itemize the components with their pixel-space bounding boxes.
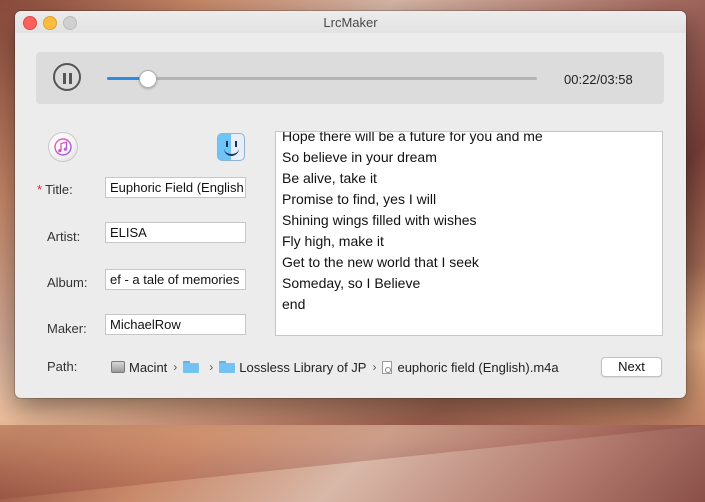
title-bar: LrcMaker [15, 11, 686, 33]
progress-slider[interactable] [107, 70, 537, 88]
lyric-line: Be alive, take it [282, 170, 377, 186]
itunes-icon[interactable] [48, 132, 78, 162]
maker-field[interactable]: MichaelRow [105, 314, 246, 335]
path-label: Path: [47, 359, 78, 374]
path-crumb-disk[interactable]: Macint [111, 360, 167, 375]
lyric-line: Promise to find, yes I will [282, 191, 437, 207]
lyric-line: Get to the new world that I seek [282, 254, 479, 270]
lyric-line: Shining wings filled with wishes [282, 212, 477, 228]
artist-label: Artist: [47, 229, 81, 244]
path-crumb-library[interactable]: Lossless Library of JP [219, 360, 366, 375]
album-field[interactable]: ef - a tale of memories [105, 269, 246, 290]
next-button[interactable]: Next [601, 357, 662, 377]
folder-icon [219, 361, 236, 373]
path-separator: › [372, 360, 377, 374]
lyric-line: Fly high, make it [282, 233, 384, 249]
album-label: Album: [47, 275, 88, 290]
title-field[interactable]: Euphoric Field (English [105, 177, 246, 198]
app-window: LrcMaker 00:22/03:58 * Title: Euphoric F… [15, 11, 686, 398]
path-separator: › [209, 360, 214, 374]
required-marker: * [37, 182, 43, 197]
lyric-line: end [282, 296, 306, 312]
lyric-line: So believe in your dream [282, 149, 437, 165]
path-crumb-file[interactable]: euphoric field (English).m4a [382, 360, 559, 375]
finder-icon[interactable] [217, 133, 245, 161]
hard-disk-icon [111, 361, 125, 373]
artist-field[interactable]: ELISA [105, 222, 246, 243]
window-title: LrcMaker [323, 15, 378, 30]
lyrics-textarea[interactable]: Hope there will be a future for you and … [275, 131, 663, 336]
lyric-line: Hope there will be a future for you and … [282, 131, 543, 144]
lyrics-lines: Hope there will be a future for you and … [282, 131, 543, 315]
time-readout: 00:22/03:58 [564, 72, 633, 87]
lyric-line: Someday, so I Believe [282, 275, 421, 291]
path-separator: › [173, 360, 178, 374]
maker-label: Maker: [47, 321, 87, 336]
audio-file-icon [382, 360, 393, 374]
pause-button[interactable] [53, 63, 81, 91]
pause-icon [63, 73, 66, 84]
player-bar: 00:22/03:58 [36, 52, 664, 104]
title-label: * Title: [37, 182, 73, 197]
folder-icon [183, 361, 200, 373]
path-crumb-folder[interactable] [183, 361, 203, 373]
progress-thumb[interactable] [138, 70, 157, 88]
path-control[interactable]: Macint › › Lossless Library of JP › euph… [111, 358, 559, 376]
